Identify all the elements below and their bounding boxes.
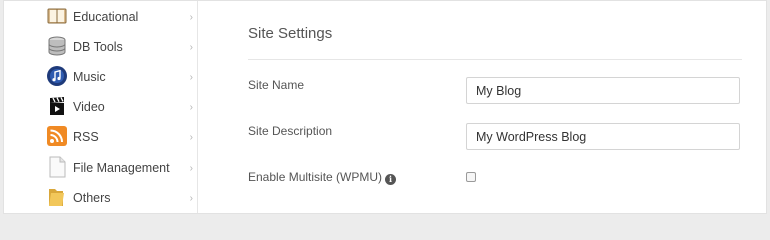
sidebar-item-video[interactable]: Video › (4, 92, 197, 122)
site-name-label: Site Name (248, 78, 305, 92)
sidebar-item-label: Video (73, 100, 105, 114)
sidebar-item-others[interactable]: Others › (4, 183, 197, 213)
settings-panel: Educational › DB Tools › Music › Video ›… (3, 0, 767, 214)
video-clapper-icon (46, 95, 68, 117)
chevron-right-icon: › (189, 162, 193, 174)
chevron-right-icon: › (189, 192, 193, 204)
sidebar-item-label: Others (73, 191, 111, 205)
site-description-label: Site Description (248, 124, 333, 138)
book-icon (46, 5, 68, 27)
sidebar-item-educational[interactable]: Educational › (4, 2, 197, 32)
chevron-right-icon: › (189, 71, 193, 83)
sidebar-item-label: Music (73, 70, 106, 84)
sidebar-item-label: RSS (73, 130, 99, 144)
sidebar-item-rss[interactable]: RSS › (4, 122, 197, 152)
database-icon (46, 35, 68, 57)
sidebar-item-label: DB Tools (73, 40, 123, 54)
sidebar-item-label: File Management (73, 161, 170, 175)
page-title: Site Settings (248, 25, 333, 42)
multisite-label-row: Enable Multisite (WPMU) i (248, 170, 397, 185)
site-settings-section: Site Settings Site Name Site Description… (198, 1, 766, 213)
rss-icon (46, 125, 68, 147)
sidebar-item-file-management[interactable]: File Management › (4, 153, 197, 183)
multisite-label: Enable Multisite (WPMU) (248, 170, 383, 184)
sidebar-item-music[interactable]: Music › (4, 62, 197, 92)
chevron-right-icon: › (189, 11, 193, 23)
chevron-right-icon: › (189, 101, 193, 113)
site-name-input[interactable] (466, 77, 740, 104)
enable-multisite-checkbox[interactable] (466, 172, 476, 182)
sidebar-item-db-tools[interactable]: DB Tools › (4, 32, 197, 62)
folder-icon (46, 186, 68, 208)
chevron-right-icon: › (189, 41, 193, 53)
music-icon (46, 65, 68, 87)
sidebar-item-label: Educational (73, 10, 139, 24)
chevron-right-icon: › (189, 131, 193, 143)
info-icon[interactable]: i (385, 174, 397, 185)
divider (248, 59, 742, 60)
site-description-input[interactable] (466, 123, 740, 150)
file-icon (46, 156, 68, 178)
category-sidebar: Educational › DB Tools › Music › Video ›… (4, 1, 198, 213)
